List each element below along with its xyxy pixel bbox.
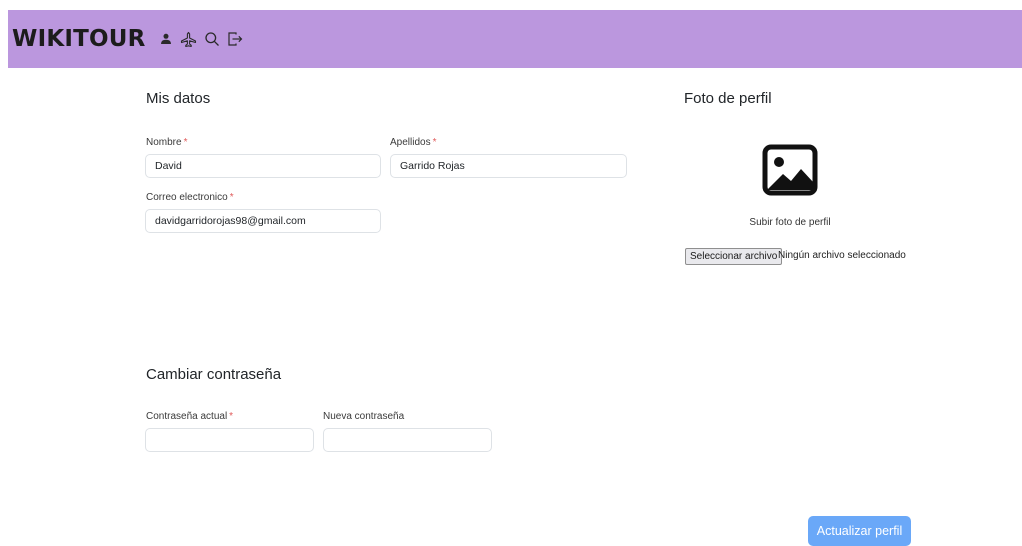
- brand-logo[interactable]: WIKITOUR: [12, 26, 146, 52]
- nueva-password-input[interactable]: [323, 428, 492, 452]
- image-placeholder-icon: [762, 144, 818, 196]
- file-status-text: Ningún archivo seleccionado: [778, 250, 906, 261]
- logout-icon[interactable]: [226, 30, 244, 48]
- correo-label-text: Correo electronico: [146, 192, 228, 203]
- nombre-label-text: Nombre: [146, 137, 182, 148]
- navbar: WIKITOUR: [8, 10, 1022, 68]
- update-profile-button[interactable]: Actualizar perfil: [808, 516, 911, 546]
- apellidos-value: Garrido Rojas: [400, 160, 465, 172]
- file-select-button[interactable]: Seleccionar archivo: [685, 248, 783, 265]
- top-strip: [0, 0, 1022, 9]
- required-marker: *: [183, 137, 188, 148]
- apellidos-label-text: Apellidos: [390, 137, 431, 148]
- mis-datos-title: Mis datos: [146, 90, 211, 107]
- required-marker: *: [229, 192, 234, 203]
- person-icon[interactable]: [157, 30, 175, 48]
- nueva-password-label-text: Nueva contraseña: [323, 411, 405, 422]
- correo-label: Correo electronico *: [146, 192, 234, 203]
- actual-password-input[interactable]: [145, 428, 314, 452]
- required-marker: *: [229, 411, 234, 422]
- actual-password-label-text: Contraseña actual: [146, 411, 228, 422]
- password-title: Cambiar contraseña: [146, 366, 282, 383]
- apellidos-label: Apellidos *: [390, 137, 437, 148]
- foto-title: Foto de perfil: [684, 90, 772, 107]
- actual-password-label: Contraseña actual *: [146, 411, 233, 422]
- nueva-password-label: Nueva contraseña: [323, 411, 404, 422]
- nombre-value: David: [155, 160, 182, 172]
- nombre-label: Nombre *: [146, 137, 187, 148]
- nav-icons: [157, 30, 244, 48]
- correo-input[interactable]: davidgarridorojas98@gmail.com: [145, 209, 381, 233]
- required-marker: *: [432, 137, 437, 148]
- subir-foto-text: Subir foto de perfil: [749, 217, 831, 228]
- correo-value: davidgarridorojas98@gmail.com: [155, 215, 306, 227]
- search-icon[interactable]: [203, 30, 221, 48]
- apellidos-input[interactable]: Garrido Rojas: [390, 154, 627, 178]
- airplane-icon[interactable]: [180, 30, 198, 48]
- nombre-input[interactable]: David: [145, 154, 381, 178]
